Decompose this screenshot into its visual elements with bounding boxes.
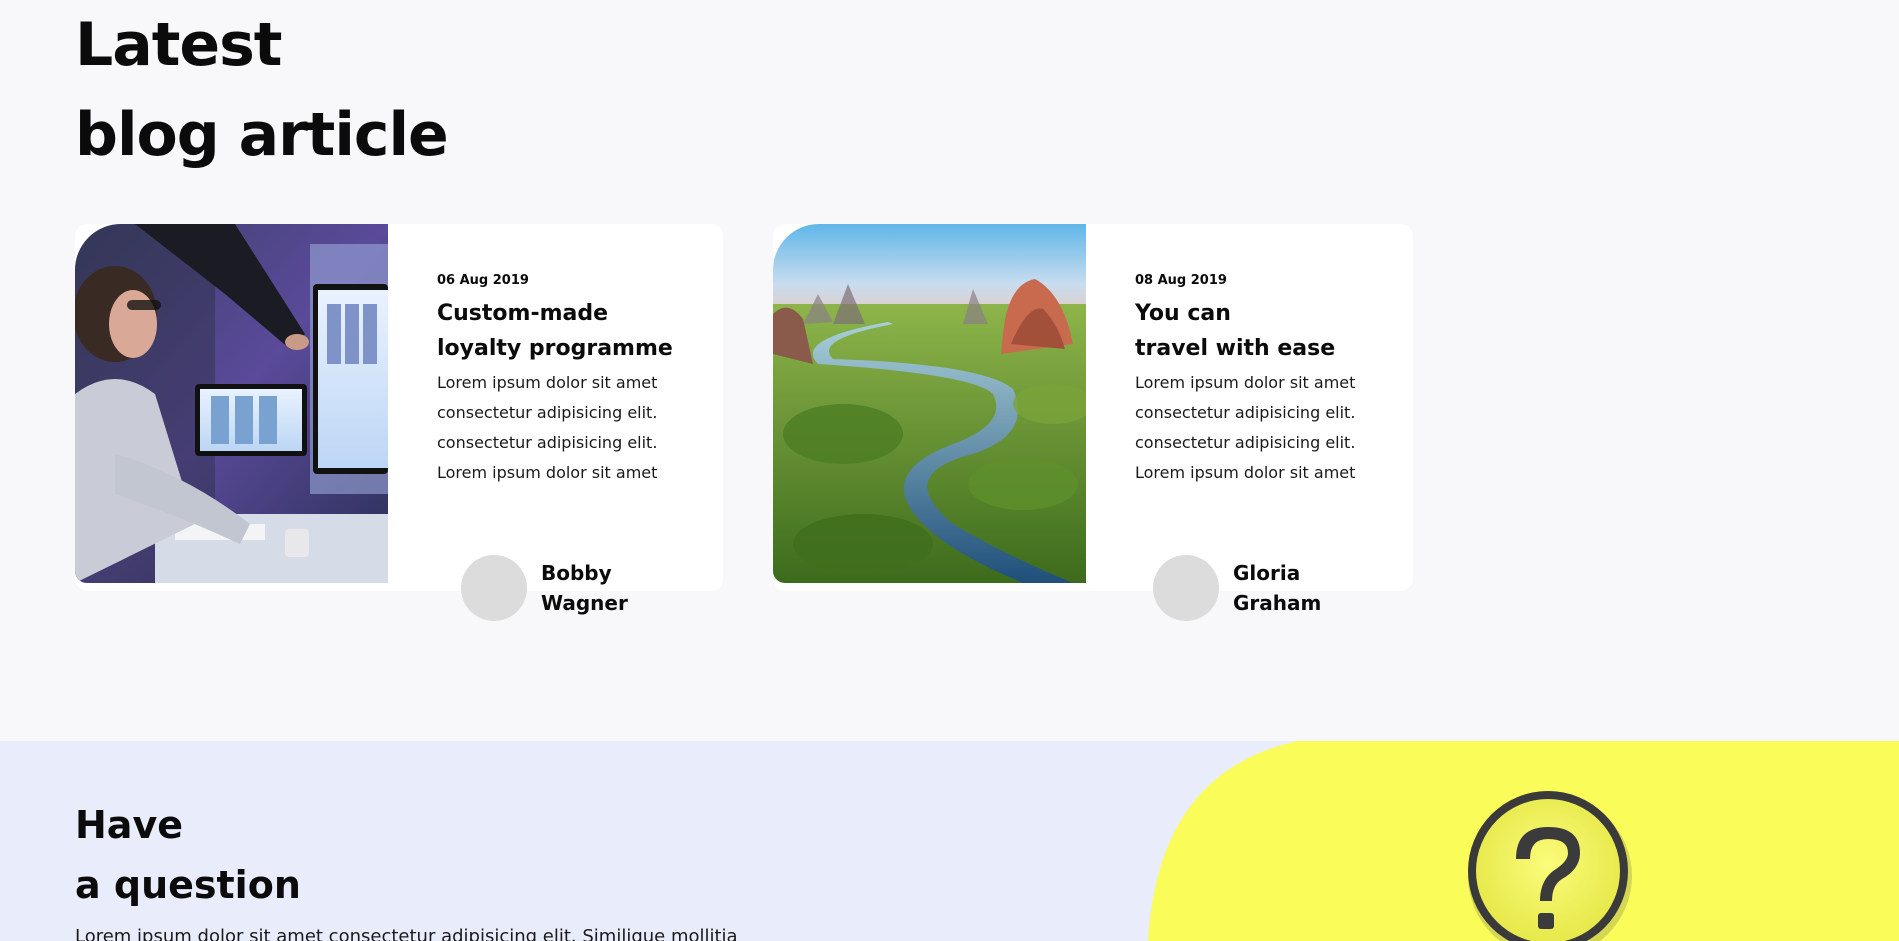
- author-name: Bobby Wagner: [541, 561, 628, 615]
- river-landscape-image: [773, 224, 1086, 583]
- avatar: [1153, 555, 1219, 621]
- question-section: Have a question Lorem ipsum dolor sit am…: [0, 741, 1899, 941]
- blog-card-image[interactable]: [75, 224, 388, 583]
- woman-at-computer-image: [75, 224, 388, 583]
- magnifier-question-mark-image: [1148, 741, 1899, 941]
- blog-card-excerpt: Lorem ipsum dolor sit amet consectetur a…: [437, 373, 658, 482]
- blog-card-excerpt: Lorem ipsum dolor sit amet consectetur a…: [1135, 373, 1356, 482]
- blog-card-date: 06 Aug 2019: [437, 273, 529, 288]
- blog-card-date: 08 Aug 2019: [1135, 273, 1227, 288]
- blog-section-title: Latest blog article: [75, 10, 449, 170]
- blog-card-author[interactable]: Gloria Graham: [1153, 553, 1321, 623]
- blog-card-image[interactable]: [773, 224, 1086, 583]
- blog-section: Latest blog article 06 Aug 2019 Custom-m…: [0, 0, 1899, 741]
- blog-card-title[interactable]: Custom-made loyalty programme: [437, 296, 717, 366]
- blog-card[interactable]: 08 Aug 2019 You can travel with ease Lor…: [773, 224, 1415, 621]
- blog-card-body: 06 Aug 2019 Custom-made loyalty programm…: [437, 272, 717, 488]
- blog-card-title[interactable]: You can travel with ease: [1135, 296, 1415, 366]
- author-name: Gloria Graham: [1233, 561, 1322, 615]
- blog-card-body: 08 Aug 2019 You can travel with ease Lor…: [1135, 272, 1415, 488]
- avatar: [461, 555, 527, 621]
- question-section-title: Have a question: [75, 803, 301, 907]
- blog-card-author[interactable]: Bobby Wagner: [461, 553, 628, 623]
- blog-card[interactable]: 06 Aug 2019 Custom-made loyalty programm…: [75, 224, 723, 621]
- question-section-text: Lorem ipsum dolor sit amet consectetur a…: [75, 926, 738, 941]
